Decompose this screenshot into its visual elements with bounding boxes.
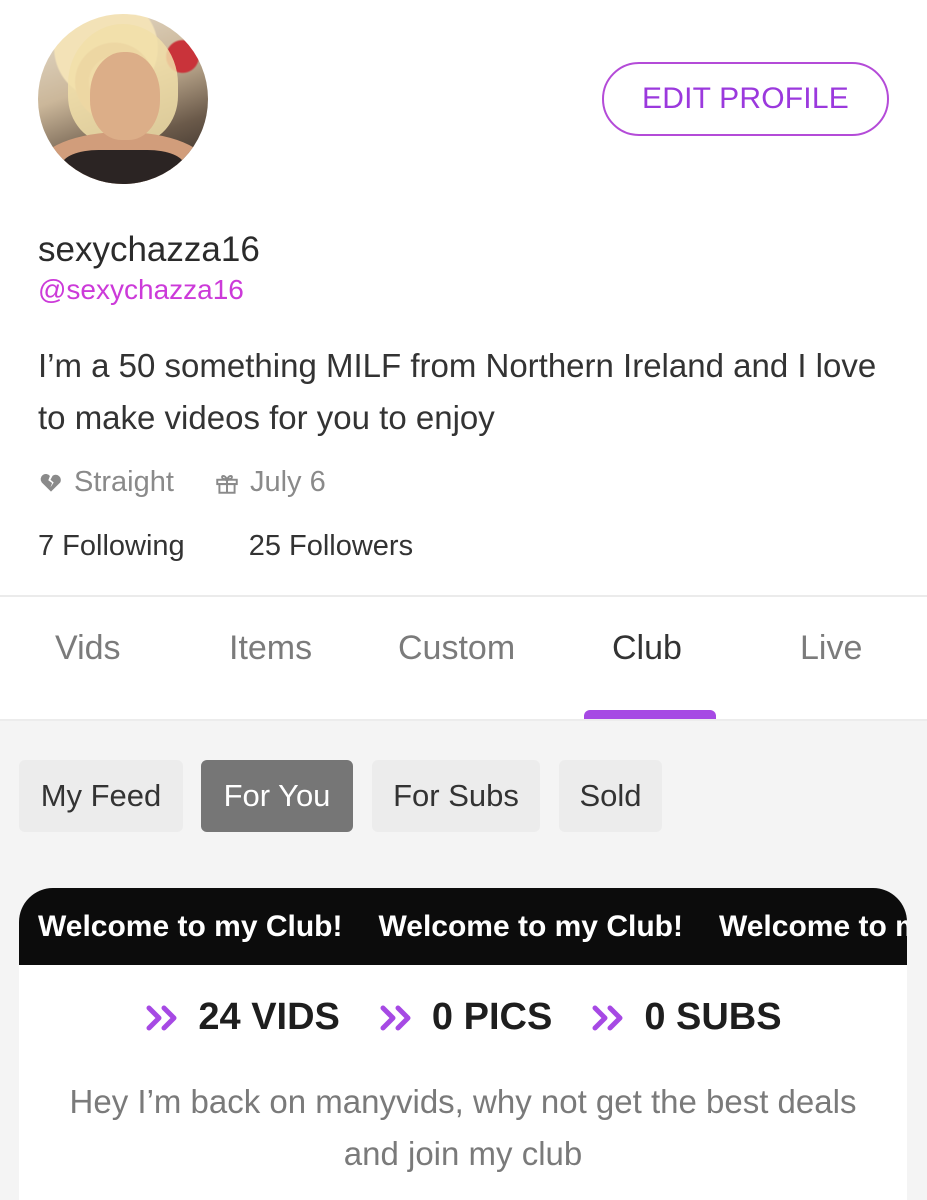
tab-live[interactable]: Live	[800, 629, 862, 668]
heart-broken-icon	[40, 473, 61, 492]
club-description: Hey I’m back on manyvids, why not get th…	[69, 1083, 857, 1172]
birthday-label: July 6	[249, 466, 326, 498]
vids-count: 24 VIDS	[198, 996, 340, 1038]
stat-subs: 0 SUBS	[590, 996, 782, 1039]
profile-avatar[interactable]	[38, 14, 208, 184]
tab-items[interactable]: Items	[229, 629, 312, 668]
banner-text: Welcome to my Club!	[718, 909, 907, 943]
gift-icon	[216, 474, 238, 494]
birthday-info: July 6	[214, 466, 326, 499]
tab-vids[interactable]: Vids	[55, 629, 121, 668]
filter-sold[interactable]: Sold	[559, 760, 662, 832]
profile-tabs: Vids Items Custom Club Live	[0, 597, 927, 719]
edit-profile-button[interactable]: EDIT PROFILE	[602, 62, 889, 136]
stat-pics: 0 PICS	[378, 996, 552, 1039]
filter-my-feed[interactable]: My Feed	[19, 760, 183, 832]
followers-count[interactable]: 25 Followers	[249, 530, 413, 563]
double-chevron-right-icon	[146, 1005, 177, 1030]
tab-club[interactable]: Club	[612, 629, 682, 668]
double-chevron-right-icon	[380, 1005, 411, 1030]
subs-count: 0 SUBS	[644, 996, 782, 1038]
club-card: Welcome to my Club! Welcome to my Club! …	[19, 888, 907, 1200]
banner-text: Welcome to my Club!	[378, 909, 683, 943]
club-welcome-banner: Welcome to my Club! Welcome to my Club! …	[19, 888, 907, 965]
follow-counts: 7 Following 25 Followers	[38, 530, 413, 563]
stat-vids: 24 VIDS	[144, 996, 340, 1039]
profile-bio: I’m a 50 something MILF from Northern Ir…	[38, 347, 877, 436]
double-chevron-right-icon	[592, 1005, 623, 1030]
display-name: sexychazza16	[38, 230, 260, 269]
tab-custom[interactable]: Custom	[398, 629, 515, 668]
orientation-label: Straight	[74, 466, 174, 498]
club-stats: 24 VIDS 0 PICS 0 SUBS	[19, 996, 907, 1039]
orientation-info: Straight	[38, 466, 174, 499]
banner-text: Welcome to my Club!	[38, 909, 343, 943]
following-count[interactable]: 7 Following	[38, 530, 185, 563]
filter-for-subs[interactable]: For Subs	[372, 760, 540, 832]
filter-for-you[interactable]: For You	[201, 760, 353, 832]
profile-meta: Straight July 6	[38, 466, 326, 499]
profile-handle: @sexychazza16	[38, 274, 244, 305]
pics-count: 0 PICS	[431, 996, 553, 1038]
